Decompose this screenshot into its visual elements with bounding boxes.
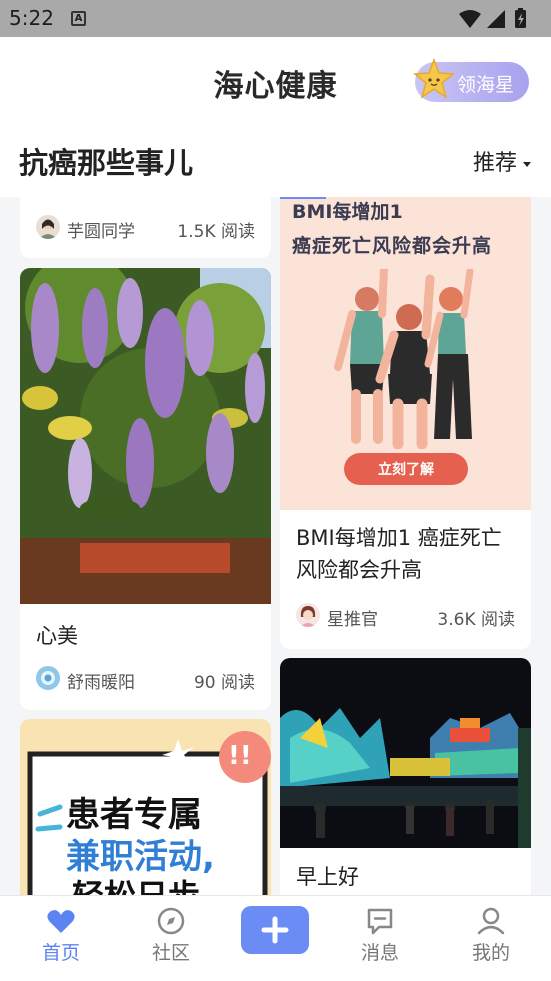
article-card[interactable]: BMI每增加1 癌症死亡风险都会升高 立刻了解 BMI每增加1 癌症死亡风险都会… [280,197,531,649]
tab-profile[interactable]: 我的 [451,906,531,965]
profile-icon [477,907,505,935]
article-card[interactable]: !! 患者专属 兼职活动, 轻松日步 [20,719,271,895]
section-title: 抗癌那些事儿 [19,146,194,180]
poster-button-label: 立刻了解 [378,462,434,478]
women-illustration [334,269,474,449]
app-header: 海心健康 领海星 抗癌那些事儿 推荐 [0,37,551,197]
message-icon [367,908,393,935]
author-name: 舒雨暖阳 [67,673,135,693]
card-title: 心美 [36,624,78,648]
sort-dropdown[interactable]: 推荐 [473,145,531,177]
card-title: BMI每增加1 癌症死亡风险都会升高 [296,526,502,582]
system-status-icons [459,8,526,28]
compass-icon [157,907,185,935]
poster-image: BMI每增加1 癌症死亡风险都会升高 立刻了解 [280,197,531,510]
wifi-icon [459,10,481,28]
avatar[interactable] [296,603,320,627]
status-bar: 5:22 A [0,0,551,37]
tab-home[interactable]: 首页 [21,906,101,965]
badge-exclamation: !! [228,741,252,771]
create-post-button[interactable] [241,906,309,954]
plus-icon [261,916,289,944]
heart-icon [47,910,75,933]
card-title: 早上好 [296,865,359,889]
article-feed[interactable]: 芋圆同学 1.5K 阅读 心美 舒雨暖阳 90 阅读 !! 患者专属 兼职活动,… [0,197,551,895]
author-name: 芋圆同学 [67,222,135,242]
signal-icon [487,10,505,28]
claim-star-button[interactable]: 领海星 [413,58,529,102]
wisteria-photo [20,268,271,604]
avatar[interactable] [36,215,60,239]
avatar[interactable] [36,666,60,690]
article-card[interactable]: 芋圆同学 1.5K 阅读 [20,197,271,258]
status-time: 5:22 [9,6,54,30]
read-count: 3.6K 阅读 [437,610,515,630]
claim-star-label: 领海星 [457,74,515,96]
card-meta: 芋圆同学 1.5K 阅读 [36,215,255,242]
star-icon [413,58,455,99]
tab-messages-label: 消息 [360,942,399,964]
read-count: 1.5K 阅读 [177,222,255,242]
card-meta: 舒雨暖阳 90 阅读 [36,666,255,693]
poster-line-3: 轻松日步 [72,871,200,895]
tab-home-label: 首页 [41,942,80,964]
article-card[interactable]: 早上好 [280,658,531,895]
sort-label: 推荐 [472,151,517,176]
tab-profile-label: 我的 [471,942,510,964]
tab-community[interactable]: 社区 [131,906,211,965]
lantern-festival-photo [280,658,531,848]
article-card[interactable]: 心美 舒雨暖阳 90 阅读 [20,268,271,710]
author-name: 星推官 [327,610,378,630]
poster-line-2: 癌症死亡风险都会升高 [292,235,493,257]
notification-icon: A [71,11,86,26]
tab-messages[interactable]: 消息 [340,906,420,965]
read-count: 90 阅读 [193,673,255,693]
card-meta: 星推官 3.6K 阅读 [296,603,515,630]
tab-community-label: 社区 [151,942,190,964]
poster-line-1: BMI每增加1 [292,201,403,223]
bottom-tab-bar: 首页 社区 消息 我的 [0,895,551,981]
caret-down-icon [523,161,531,167]
